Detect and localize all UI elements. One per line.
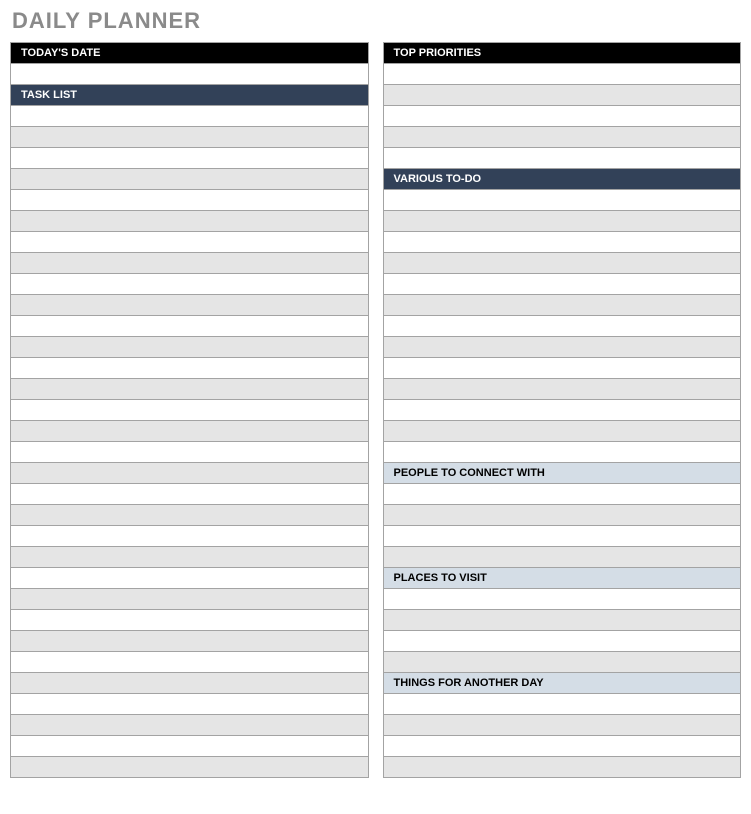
places-row[interactable] (383, 588, 742, 610)
task-row[interactable] (10, 714, 369, 736)
task-row[interactable] (10, 525, 369, 547)
todo-row[interactable] (383, 336, 742, 358)
task-row[interactable] (10, 315, 369, 337)
task-row[interactable] (10, 441, 369, 463)
task-row[interactable] (10, 630, 369, 652)
left-column: TODAY'S DATE TASK LIST (10, 42, 369, 778)
people-to-connect-header: PEOPLE TO CONNECT WITH (383, 462, 742, 484)
places-row[interactable] (383, 651, 742, 673)
task-row[interactable] (10, 357, 369, 379)
task-row[interactable] (10, 588, 369, 610)
things-another-day-header: THINGS FOR ANOTHER DAY (383, 672, 742, 694)
task-row[interactable] (10, 147, 369, 169)
top-priorities-header: TOP PRIORITIES (383, 42, 742, 64)
task-row[interactable] (10, 672, 369, 694)
various-todo-header: VARIOUS TO-DO (383, 168, 742, 190)
priority-row[interactable] (383, 84, 742, 106)
todo-row[interactable] (383, 231, 742, 253)
todo-row[interactable] (383, 420, 742, 442)
task-row[interactable] (10, 462, 369, 484)
task-row[interactable] (10, 336, 369, 358)
another-day-row[interactable] (383, 756, 742, 778)
task-row[interactable] (10, 420, 369, 442)
todo-row[interactable] (383, 357, 742, 379)
right-column: TOP PRIORITIES VARIOUS TO-DO PEOPLE TO C… (383, 42, 742, 778)
todo-row[interactable] (383, 210, 742, 232)
people-row[interactable] (383, 546, 742, 568)
todo-row[interactable] (383, 399, 742, 421)
task-row[interactable] (10, 189, 369, 211)
task-row[interactable] (10, 294, 369, 316)
another-day-row[interactable] (383, 735, 742, 757)
task-row[interactable] (10, 105, 369, 127)
task-row[interactable] (10, 483, 369, 505)
task-row[interactable] (10, 273, 369, 295)
priority-row[interactable] (383, 147, 742, 169)
task-row[interactable] (10, 168, 369, 190)
task-row[interactable] (10, 756, 369, 778)
task-row[interactable] (10, 651, 369, 673)
task-row[interactable] (10, 231, 369, 253)
todo-row[interactable] (383, 378, 742, 400)
places-to-visit-header: PLACES TO VISIT (383, 567, 742, 589)
task-row[interactable] (10, 693, 369, 715)
todo-row[interactable] (383, 315, 742, 337)
task-row[interactable] (10, 252, 369, 274)
task-row[interactable] (10, 567, 369, 589)
page-title: DAILY PLANNER (12, 8, 741, 34)
another-day-row[interactable] (383, 693, 742, 715)
priority-row[interactable] (383, 63, 742, 85)
todo-row[interactable] (383, 441, 742, 463)
places-row[interactable] (383, 609, 742, 631)
priority-row[interactable] (383, 105, 742, 127)
task-row[interactable] (10, 399, 369, 421)
task-row[interactable] (10, 210, 369, 232)
todays-date-header: TODAY'S DATE (10, 42, 369, 64)
another-day-row[interactable] (383, 714, 742, 736)
places-row[interactable] (383, 630, 742, 652)
task-row[interactable] (10, 126, 369, 148)
task-row[interactable] (10, 504, 369, 526)
planner-columns: TODAY'S DATE TASK LIST (10, 42, 741, 778)
task-row[interactable] (10, 609, 369, 631)
people-row[interactable] (383, 483, 742, 505)
people-row[interactable] (383, 525, 742, 547)
todo-row[interactable] (383, 294, 742, 316)
task-row[interactable] (10, 378, 369, 400)
todays-date-row[interactable] (10, 63, 369, 85)
todo-row[interactable] (383, 252, 742, 274)
task-row[interactable] (10, 546, 369, 568)
task-row[interactable] (10, 735, 369, 757)
people-row[interactable] (383, 504, 742, 526)
priority-row[interactable] (383, 126, 742, 148)
todo-row[interactable] (383, 189, 742, 211)
task-list-header: TASK LIST (10, 84, 369, 106)
todo-row[interactable] (383, 273, 742, 295)
